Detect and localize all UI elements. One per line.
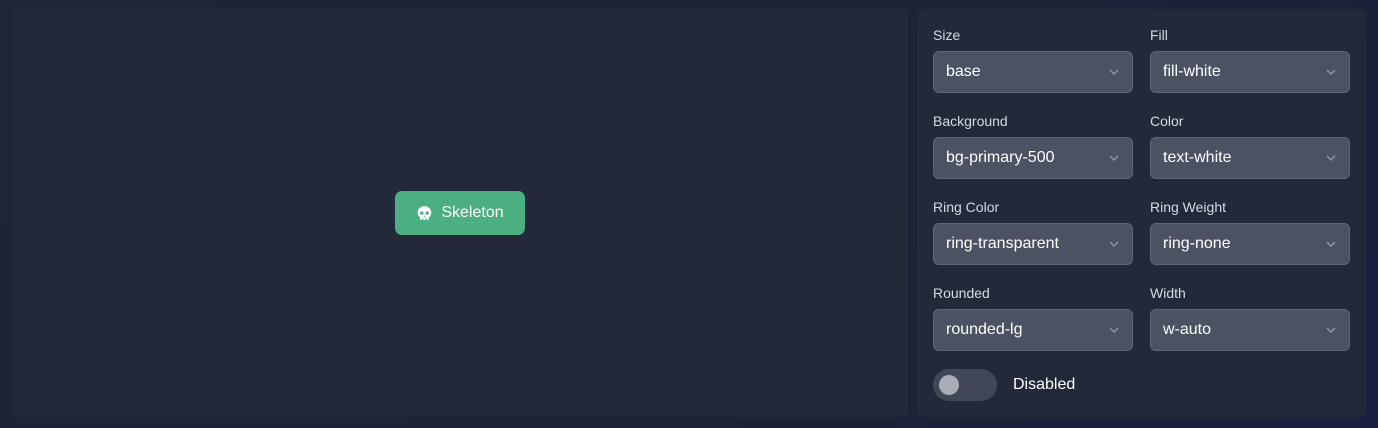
ring-weight-value: ring-none xyxy=(1163,235,1231,252)
toggle-knob xyxy=(939,375,959,395)
disabled-label: Disabled xyxy=(1013,376,1076,393)
width-value: w-auto xyxy=(1163,321,1212,338)
ring-weight-select[interactable]: ring-none xyxy=(1150,223,1350,265)
size-select[interactable]: base xyxy=(933,51,1133,93)
color-field: Color text-white xyxy=(1150,111,1350,179)
fill-select[interactable]: fill-white xyxy=(1150,51,1350,93)
chevron-down-icon xyxy=(1326,155,1336,162)
chevron-down-icon xyxy=(1109,69,1119,76)
color-value: text-white xyxy=(1163,149,1232,166)
width-field: Width w-auto xyxy=(1150,283,1350,351)
width-label: Width xyxy=(1150,285,1186,301)
ring-weight-label: Ring Weight xyxy=(1150,199,1227,215)
ring-color-value: ring-transparent xyxy=(946,235,1059,252)
color-select[interactable]: text-white xyxy=(1150,137,1350,179)
fill-label: Fill xyxy=(1150,27,1168,43)
fill-value: fill-white xyxy=(1163,63,1221,80)
chevron-down-icon xyxy=(1326,69,1336,76)
size-value: base xyxy=(946,63,981,80)
disabled-toggle[interactable] xyxy=(933,369,997,401)
size-field: Size base xyxy=(933,25,1133,93)
rounded-value: rounded-lg xyxy=(946,321,1023,338)
fill-field: Fill fill-white xyxy=(1150,25,1350,93)
settings-panel: Size base Fill fill-white Background bg-… xyxy=(917,9,1366,417)
background-value: bg-primary-500 xyxy=(946,149,1055,166)
ring-color-select[interactable]: ring-transparent xyxy=(933,223,1133,265)
disabled-toggle-row: Disabled xyxy=(933,369,1075,401)
chevron-down-icon xyxy=(1109,327,1119,334)
size-label: Size xyxy=(933,27,961,43)
ring-weight-field: Ring Weight ring-none xyxy=(1150,197,1350,265)
skeleton-button-label: Skeleton xyxy=(441,204,504,221)
background-field: Background bg-primary-500 xyxy=(933,111,1133,179)
rounded-label: Rounded xyxy=(933,285,990,301)
skull-icon xyxy=(416,205,433,222)
chevron-down-icon xyxy=(1109,241,1119,248)
color-label: Color xyxy=(1150,113,1184,129)
rounded-select[interactable]: rounded-lg xyxy=(933,309,1133,351)
rounded-field: Rounded rounded-lg xyxy=(933,283,1133,351)
width-select[interactable]: w-auto xyxy=(1150,309,1350,351)
chevron-down-icon xyxy=(1326,241,1336,248)
preview-canvas: Skeleton xyxy=(11,9,908,417)
ring-color-field: Ring Color ring-transparent xyxy=(933,197,1133,265)
page: Skeleton Size base Fill fill-white Backg… xyxy=(0,0,1378,428)
background-label: Background xyxy=(933,113,1008,129)
background-select[interactable]: bg-primary-500 xyxy=(933,137,1133,179)
ring-color-label: Ring Color xyxy=(933,199,1000,215)
chevron-down-icon xyxy=(1109,155,1119,162)
skeleton-button[interactable]: Skeleton xyxy=(395,191,525,235)
chevron-down-icon xyxy=(1326,327,1336,334)
